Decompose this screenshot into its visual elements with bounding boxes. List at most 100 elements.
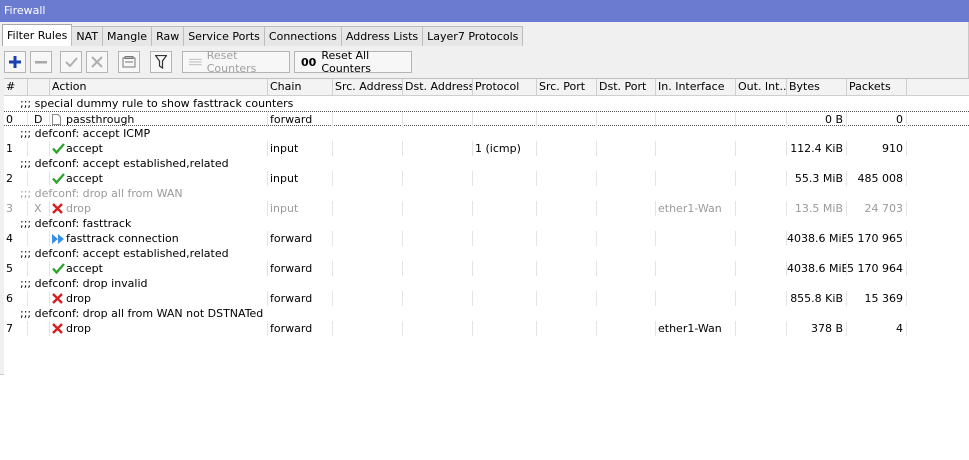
- cell-dport: [597, 321, 656, 336]
- comment-button[interactable]: [118, 51, 140, 73]
- rule-comment-row[interactable]: ;;; special dummy rule to show fasttrack…: [4, 96, 969, 111]
- rule-comment-row[interactable]: ;;; defconf: drop invalid: [4, 276, 969, 291]
- cell-flag: [28, 321, 50, 336]
- cell-action: fasttrack connection: [50, 231, 268, 246]
- table-row[interactable]: 6 drop forward 855.8 KiB 15 369: [4, 291, 969, 306]
- table-row[interactable]: 3 Xdrop input ether1-Wan 13.5 MiB 24 703: [4, 201, 969, 216]
- action-label: passthrough: [66, 113, 135, 126]
- rule-comment: ;;; defconf: drop all from WAN not DSTNA…: [20, 307, 264, 320]
- cell-dport: [597, 171, 656, 186]
- column-header-in-interface[interactable]: In. Interface: [656, 79, 736, 95]
- cell-protocol: [473, 231, 537, 246]
- cell-src: [333, 321, 403, 336]
- tab-mangle[interactable]: Mangle: [102, 26, 153, 46]
- cell-flag: D: [28, 112, 50, 127]
- cell-num: 4: [4, 231, 28, 246]
- x-icon: [91, 56, 103, 68]
- cell-sport: [537, 231, 597, 246]
- cell-in: ether1-Wan: [656, 201, 736, 216]
- cell-chain: forward: [268, 291, 333, 306]
- filter-button[interactable]: [150, 51, 172, 73]
- rule-comment-row[interactable]: ;;; defconf: accept established,related: [4, 156, 969, 171]
- rule-comment-row[interactable]: ;;; defconf: accept ICMP: [4, 126, 969, 141]
- column-header-src-address[interactable]: Src. Address: [333, 79, 403, 95]
- cell-packets: 0: [847, 112, 907, 127]
- cell-out: [736, 231, 787, 246]
- column-header-action[interactable]: Action: [50, 79, 268, 95]
- cell-src: [333, 171, 403, 186]
- table-row[interactable]: 4 fasttrack connection forward 4038.6 MiB 5 …: [4, 231, 969, 246]
- firewall-window: Firewall Filter Rules NAT Mangle Raw Service…: [0, 0, 969, 376]
- enable-button[interactable]: [60, 51, 82, 73]
- table-row[interactable]: 5 accept forward 4038.6 MiB 5 170 964: [4, 261, 969, 276]
- cell-num: 3: [4, 201, 28, 216]
- cell-sport: [537, 201, 597, 216]
- column-header-src-port[interactable]: Src. Port: [537, 79, 597, 95]
- column-header-out-int[interactable]: Out. Int...: [736, 79, 787, 95]
- column-header-packets[interactable]: Packets: [847, 79, 907, 95]
- rule-flag: X: [34, 202, 42, 215]
- column-header-chain[interactable]: Chain: [268, 79, 333, 95]
- table-row[interactable]: 0 Dpassthrough forward 0 B0: [4, 111, 969, 127]
- action-label: accept: [66, 262, 103, 275]
- cell-in: ether1-Wan: [656, 321, 736, 336]
- cell-in: [656, 231, 736, 246]
- tab-filter-rules[interactable]: Filter Rules: [2, 24, 73, 46]
- column-header-protocol[interactable]: Protocol: [473, 79, 537, 95]
- cell-packets: 485 008: [847, 171, 907, 186]
- column-header-dst-port[interactable]: Dst. Port: [597, 79, 656, 95]
- rule-comment-row[interactable]: ;;; defconf: fasttrack: [4, 216, 969, 231]
- rule-comment-row[interactable]: ;;; defconf: drop all from WAN not DSTNA…: [4, 306, 969, 321]
- action-label: drop: [66, 322, 91, 335]
- cell-dport: [597, 201, 656, 216]
- cell-bytes: 13.5 MiB: [787, 201, 847, 216]
- tab-raw[interactable]: Raw: [151, 26, 185, 46]
- tab-layer7-protocols[interactable]: Layer7 Protocols: [422, 26, 524, 46]
- table-row[interactable]: 7 drop forward ether1-Wan 378 B4: [4, 321, 969, 336]
- rule-comment-row[interactable]: ;;; defconf: accept established,related: [4, 246, 969, 261]
- tab-connections[interactable]: Connections: [263, 26, 342, 46]
- cell-out: [736, 261, 787, 276]
- cell-chain: input: [268, 141, 333, 156]
- rule-comment-row[interactable]: ;;; defconf: drop all from WAN: [4, 186, 969, 201]
- rule-comment: ;;; defconf: accept ICMP: [20, 127, 151, 140]
- cell-src: [333, 291, 403, 306]
- minus-icon: [35, 61, 47, 64]
- action-label: accept: [66, 142, 103, 155]
- column-header-flags[interactable]: [28, 79, 50, 95]
- accept-check-icon: [52, 173, 65, 186]
- reset-counters-label: Reset Counters: [206, 49, 257, 75]
- cell-protocol: 1 (icmp): [473, 141, 537, 156]
- rule-flag: D: [34, 113, 43, 126]
- reset-counters-icon: [189, 58, 202, 66]
- column-header-[interactable]: #: [4, 79, 28, 95]
- cell-action: drop: [50, 201, 268, 216]
- cell-out: [736, 201, 787, 216]
- column-header-bytes[interactable]: Bytes: [787, 79, 847, 95]
- cell-bytes: 378 B: [787, 321, 847, 336]
- cell-protocol: [473, 171, 537, 186]
- table-row[interactable]: 2 accept input 55.3 MiB 485 008: [4, 171, 969, 186]
- remove-button[interactable]: [30, 51, 52, 73]
- toolbar: Reset Counters 00 Reset All Counters: [0, 48, 969, 76]
- cell-sport: [537, 261, 597, 276]
- cell-protocol: [473, 112, 537, 127]
- cell-num: 2: [4, 171, 28, 186]
- column-header-dst-address[interactable]: Dst. Address: [403, 79, 473, 95]
- cell-in: [656, 112, 736, 127]
- action-label: drop: [66, 202, 91, 215]
- add-button[interactable]: [4, 51, 26, 73]
- action-label: accept: [66, 172, 103, 185]
- cell-flag: [28, 231, 50, 246]
- tab-address-lists[interactable]: Address Lists: [340, 26, 424, 46]
- tab-nat[interactable]: NAT: [71, 26, 104, 46]
- rule-comment: ;;; defconf: accept established,related: [20, 247, 229, 260]
- disable-button[interactable]: [86, 51, 108, 73]
- cell-num: 7: [4, 321, 28, 336]
- reset-counters-button[interactable]: Reset Counters: [182, 49, 290, 75]
- table-row[interactable]: 1 accept input 1 (icmp) 112.4 KiB 910: [4, 141, 969, 156]
- reset-all-counters-button[interactable]: 00 Reset All Counters: [294, 49, 412, 75]
- cell-out: [736, 321, 787, 336]
- tab-service-ports[interactable]: Service Ports: [183, 26, 265, 46]
- cell-action: accept: [50, 141, 268, 156]
